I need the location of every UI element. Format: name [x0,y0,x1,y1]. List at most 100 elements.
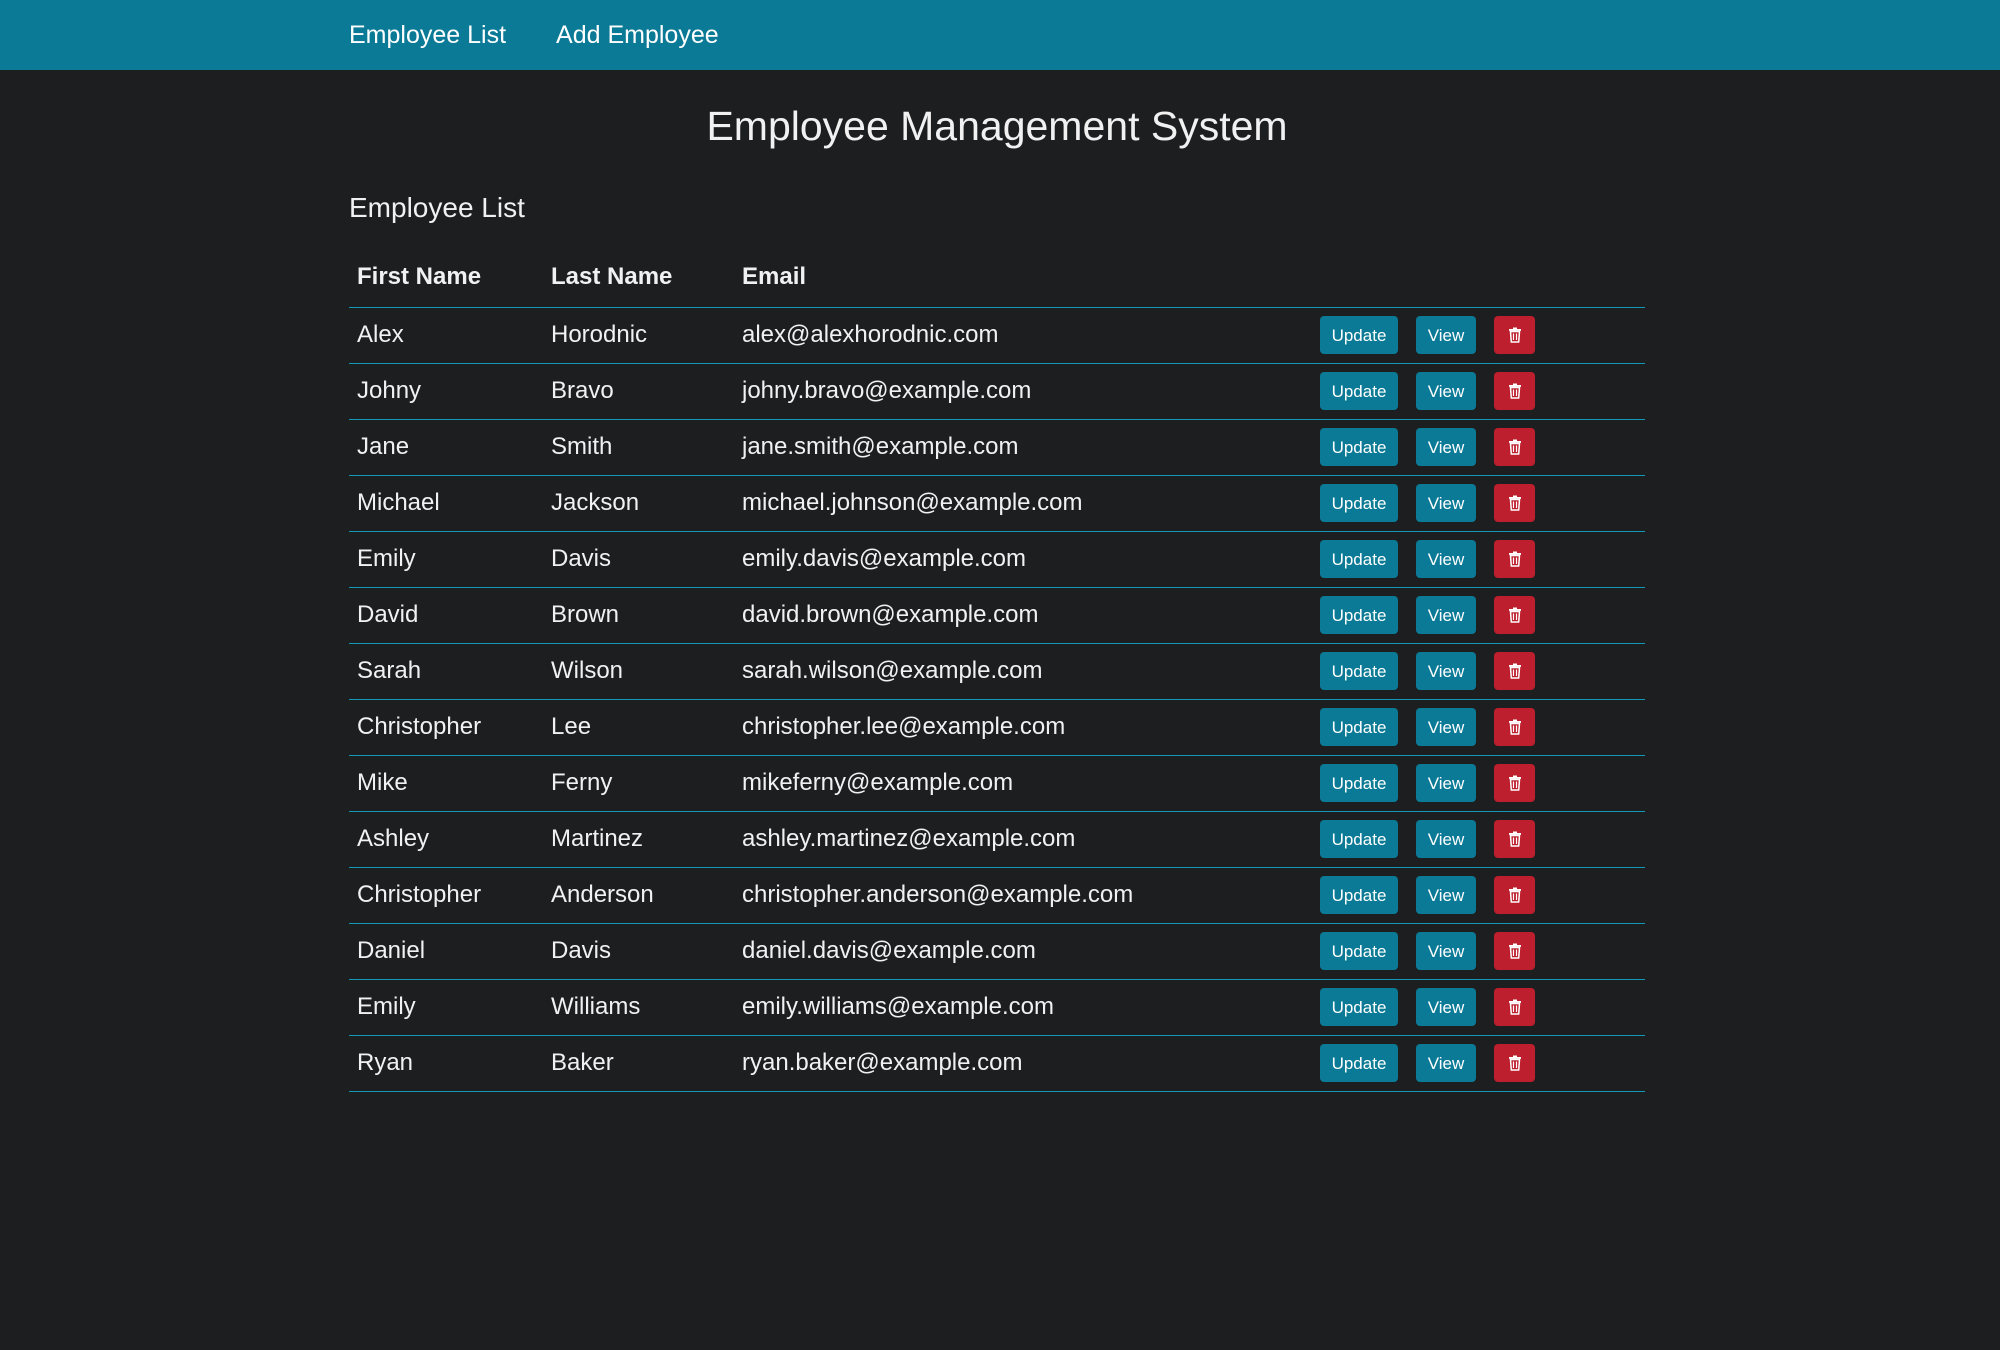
first-name-cell: Emily [349,979,543,1036]
update-button[interactable]: Update [1320,484,1398,523]
view-button[interactable]: View [1416,1044,1476,1083]
delete-button[interactable] [1494,876,1535,915]
last-name-cell: Anderson [543,867,734,924]
table-row: Emily Davis emily.davis@example.com Upda… [349,531,1645,588]
email-cell: ryan.baker@example.com [734,1035,1320,1092]
view-button[interactable]: View [1416,372,1476,411]
update-button[interactable]: Update [1320,764,1398,803]
update-button[interactable]: Update [1320,820,1398,859]
actions-cell: Update View [1320,307,1645,364]
delete-button[interactable] [1494,484,1535,523]
view-button[interactable]: View [1416,988,1476,1027]
trash-icon [1508,831,1521,848]
last-name-cell: Lee [543,699,734,756]
delete-button[interactable] [1494,932,1535,971]
first-name-cell: Emily [349,531,543,588]
trash-icon [1508,607,1521,624]
update-button[interactable]: Update [1320,876,1398,915]
trash-icon [1508,943,1521,960]
first-name-cell: Ashley [349,811,543,868]
trash-icon [1508,439,1521,456]
actions-cell: Update View [1320,867,1645,924]
trash-icon [1508,383,1521,400]
email-cell: david.brown@example.com [734,587,1320,644]
update-button[interactable]: Update [1320,540,1398,579]
update-button[interactable]: Update [1320,428,1398,467]
trash-icon [1508,495,1521,512]
view-button[interactable]: View [1416,596,1476,635]
view-button[interactable]: View [1416,708,1476,747]
update-button[interactable]: Update [1320,1044,1398,1083]
actions-cell: Update View [1320,923,1645,980]
header-row: First Name Last Name Email [349,262,1645,308]
last-name-cell: Davis [543,531,734,588]
delete-button[interactable] [1494,316,1535,355]
first-name-cell: Christopher [349,867,543,924]
delete-button[interactable] [1494,428,1535,467]
first-name-cell: Daniel [349,923,543,980]
last-name-cell: Jackson [543,475,734,532]
update-button[interactable]: Update [1320,372,1398,411]
delete-button[interactable] [1494,372,1535,411]
trash-icon [1508,1055,1521,1072]
email-cell: emily.williams@example.com [734,979,1320,1036]
last-name-cell: Ferny [543,755,734,812]
nav-employee-list-link[interactable]: Employee List [349,21,506,50]
update-button[interactable]: Update [1320,932,1398,971]
delete-button[interactable] [1494,652,1535,691]
table-row: Sarah Wilson sarah.wilson@example.com Up… [349,643,1645,700]
email-cell: christopher.anderson@example.com [734,867,1320,924]
last-name-cell: Davis [543,923,734,980]
trash-icon [1508,719,1521,736]
update-button[interactable]: Update [1320,652,1398,691]
actions-cell: Update View [1320,755,1645,812]
update-button[interactable]: Update [1320,708,1398,747]
email-cell: michael.johnson@example.com [734,475,1320,532]
update-button[interactable]: Update [1320,988,1398,1027]
header-email: Email [734,262,1320,308]
last-name-cell: Brown [543,587,734,644]
table-row: Alex Horodnic alex@alexhorodnic.com Upda… [349,307,1645,364]
delete-button[interactable] [1494,596,1535,635]
first-name-cell: David [349,587,543,644]
trash-icon [1508,551,1521,568]
view-button[interactable]: View [1416,820,1476,859]
email-cell: johny.bravo@example.com [734,363,1320,420]
view-button[interactable]: View [1416,764,1476,803]
header-first-name: First Name [349,262,543,308]
trash-icon [1508,999,1521,1016]
view-button[interactable]: View [1416,652,1476,691]
main-container: Employee Management System Employee List… [349,102,1645,1092]
trash-icon [1508,775,1521,792]
table-row: Daniel Davis daniel.davis@example.com Up… [349,923,1645,980]
delete-button[interactable] [1494,1044,1535,1083]
delete-button[interactable] [1494,708,1535,747]
email-cell: alex@alexhorodnic.com [734,307,1320,364]
delete-button[interactable] [1494,764,1535,803]
trash-icon [1508,887,1521,904]
delete-button[interactable] [1494,540,1535,579]
delete-button[interactable] [1494,820,1535,859]
delete-button[interactable] [1494,988,1535,1027]
last-name-cell: Smith [543,419,734,476]
table-row: Christopher Lee christopher.lee@example.… [349,699,1645,756]
update-button[interactable]: Update [1320,316,1398,355]
table-row: David Brown david.brown@example.com Upda… [349,587,1645,644]
view-button[interactable]: View [1416,540,1476,579]
view-button[interactable]: View [1416,876,1476,915]
first-name-cell: Mike [349,755,543,812]
email-cell: daniel.davis@example.com [734,923,1320,980]
first-name-cell: Ryan [349,1035,543,1092]
last-name-cell: Williams [543,979,734,1036]
view-button[interactable]: View [1416,932,1476,971]
trash-icon [1508,327,1521,344]
view-button[interactable]: View [1416,428,1476,467]
update-button[interactable]: Update [1320,596,1398,635]
actions-cell: Update View [1320,531,1645,588]
table-row: Ryan Baker ryan.baker@example.com Update… [349,1035,1645,1092]
actions-cell: Update View [1320,699,1645,756]
view-button[interactable]: View [1416,316,1476,355]
nav-add-employee-link[interactable]: Add Employee [556,21,719,50]
email-cell: christopher.lee@example.com [734,699,1320,756]
view-button[interactable]: View [1416,484,1476,523]
